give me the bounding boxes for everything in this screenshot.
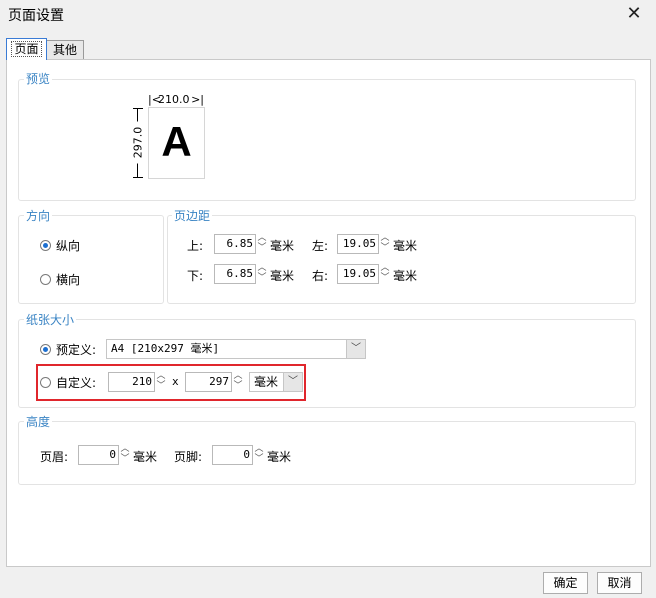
preview-height-dimension: 297.0 [131, 108, 145, 178]
margin-right-label: 右: [312, 269, 329, 283]
preview-group [18, 79, 636, 201]
dimension-arrow-right-icon: >| [191, 93, 204, 106]
margin-bottom-input[interactable]: 6.85 [214, 264, 256, 284]
orientation-group [18, 215, 164, 304]
margin-top-unit: 毫米 [270, 239, 295, 253]
tab-page[interactable]: 页面 [6, 38, 47, 60]
margin-top-input[interactable]: 6.85 [214, 234, 256, 254]
margin-top-stepper[interactable]: ︿ ﹀ [256, 234, 268, 254]
margin-top-label: 上: [187, 239, 204, 253]
landscape-label: 横向 [56, 273, 81, 287]
preview-width-dimension: |< 210.0 >| [148, 93, 204, 106]
portrait-radio[interactable] [40, 240, 51, 251]
cancel-button[interactable]: 取消 [597, 572, 642, 594]
highlight-box [36, 364, 306, 401]
footer-unit: 毫米 [267, 450, 292, 464]
margin-left-unit: 毫米 [393, 239, 418, 253]
margin-right-stepper[interactable]: ︿ ﹀ [379, 264, 391, 284]
paper-size-group-label: 纸张大小 [24, 311, 77, 328]
preview-height-label: 297.0 [131, 121, 145, 164]
height-group-label: 高度 [24, 413, 53, 430]
predefined-radio[interactable] [40, 344, 51, 355]
footer-label: 页脚: [174, 450, 203, 464]
close-icon[interactable]: ✕ [622, 2, 646, 26]
predefined-paper-select[interactable]: A4 [210x297 毫米] ﹀ [106, 339, 366, 359]
margin-bottom-stepper[interactable]: ︿ ﹀ [256, 264, 268, 284]
ok-button[interactable]: 确定 [543, 572, 588, 594]
header-stepper[interactable]: ︿ ﹀ [119, 445, 131, 465]
tab-page-label: 页面 [11, 41, 42, 57]
margin-bottom-unit: 毫米 [270, 269, 295, 283]
chevron-down-icon[interactable]: ﹀ [346, 340, 365, 358]
header-input[interactable]: 0 [78, 445, 119, 465]
orientation-group-label: 方向 [24, 207, 53, 224]
preview-group-label: 预览 [24, 70, 53, 87]
preview-width-label: 210.0 [158, 93, 190, 106]
tab-other[interactable]: 其他 [46, 40, 84, 59]
predefined-paper-value: A4 [210x297 毫米] [111, 342, 220, 355]
header-unit: 毫米 [133, 450, 158, 464]
margin-left-input[interactable]: 19.05 [337, 234, 379, 254]
margin-right-unit: 毫米 [393, 269, 418, 283]
margin-bottom-label: 下: [187, 269, 204, 283]
window-title: 页面设置 [8, 8, 64, 24]
margin-right-input[interactable]: 19.05 [337, 264, 379, 284]
predefined-label: 预定义: [56, 343, 97, 357]
preview-letter: A [161, 118, 192, 165]
margins-group-label: 页边距 [172, 207, 213, 224]
margin-left-stepper[interactable]: ︿ ﹀ [379, 234, 391, 254]
header-label: 页眉: [40, 450, 69, 464]
margins-group [167, 215, 636, 304]
page-preview: A [148, 107, 205, 179]
footer-stepper[interactable]: ︿ ﹀ [253, 445, 265, 465]
portrait-label: 纵向 [56, 239, 81, 253]
footer-input[interactable]: 0 [212, 445, 253, 465]
margin-left-label: 左: [312, 239, 329, 253]
landscape-radio[interactable] [40, 274, 51, 285]
